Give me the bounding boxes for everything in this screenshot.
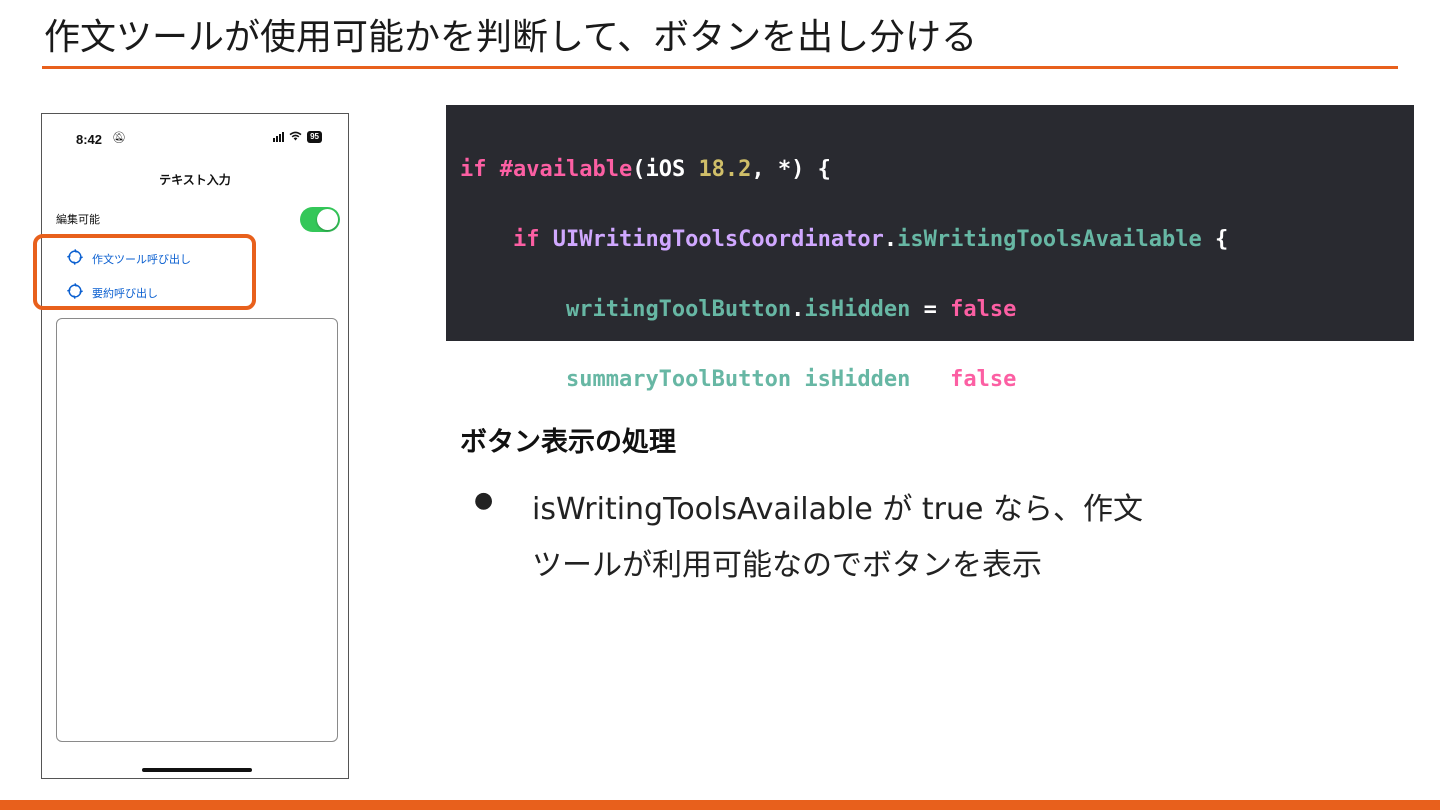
bullet-line-2: ツールが利用可能なのでボタンを表示 xyxy=(532,548,1042,583)
title-underline xyxy=(42,66,1398,69)
code-line: if #available(iOS 18.2, *) { xyxy=(460,157,831,182)
bottom-accent-bar xyxy=(0,800,1440,810)
code-line: if UIWritingToolsCoordinator.isWritingTo… xyxy=(512,227,1229,252)
edit-toggle-label: 編集可能 xyxy=(56,213,100,226)
phone-screenshot: 8:42 🔕︎ 95 テキスト入力 編集可能 作文ツール呼び出し 要約呼び出し xyxy=(41,113,349,779)
wifi-icon xyxy=(289,131,302,143)
home-indicator xyxy=(142,768,252,772)
slide-title: 作文ツールが使用可能かを判断して、ボタンを出し分ける xyxy=(44,17,978,58)
text-input-area[interactable] xyxy=(56,318,338,742)
bullet-line-1: isWritingToolsAvailable が true なら、作文 xyxy=(532,492,1143,527)
signal-icon xyxy=(273,132,285,142)
code-line: summaryToolButton.isHidden = false xyxy=(565,367,1017,392)
battery-icon: 95 xyxy=(307,131,322,143)
bullet-dot: ● xyxy=(474,488,494,513)
section-heading: ボタン表示の処理 xyxy=(460,427,676,458)
edit-toggle[interactable] xyxy=(300,207,340,232)
highlight-box xyxy=(33,234,256,310)
bullet-text: isWritingToolsAvailable が true なら、作文 ツール… xyxy=(532,482,1292,594)
status-time: 8:42 xyxy=(76,132,103,147)
nav-title: テキスト入力 xyxy=(159,173,231,187)
code-block: if #available(iOS 18.2, *) { if UIWritin… xyxy=(446,105,1414,532)
bell-slash-icon: 🔕︎ xyxy=(112,131,126,144)
status-indicators: 95 xyxy=(273,131,322,143)
code-line: writingToolButton.isHidden = false xyxy=(565,297,1017,322)
toggle-knob xyxy=(317,209,338,230)
